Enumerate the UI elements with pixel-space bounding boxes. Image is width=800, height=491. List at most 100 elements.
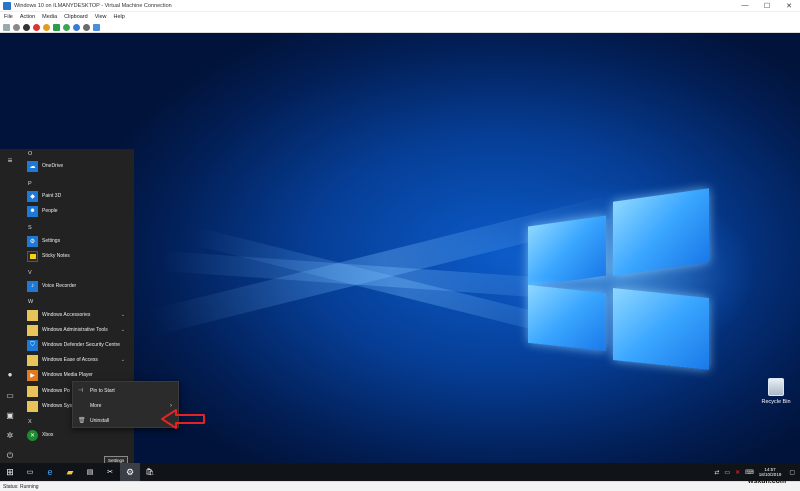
settings-gear-icon[interactable]: ✲ bbox=[6, 432, 14, 440]
shutdown-icon[interactable] bbox=[33, 23, 40, 31]
menu-item-pin-to-start[interactable]: ⊣ Pin to Start bbox=[73, 384, 178, 397]
letter-header-s[interactable]: S bbox=[28, 225, 32, 231]
recycle-bin-desktop-icon[interactable]: Recycle Bin bbox=[758, 378, 794, 405]
app-label: Settings bbox=[42, 238, 61, 244]
letter-header-p[interactable]: P bbox=[28, 181, 32, 187]
folder-icon bbox=[27, 385, 38, 397]
app-label: Windows Media Player bbox=[42, 372, 93, 378]
keyboard-icon[interactable]: ⌨ bbox=[745, 469, 754, 476]
volume-icon[interactable]: ✕ bbox=[735, 469, 740, 476]
folder-icon bbox=[27, 400, 38, 412]
letter-header-v[interactable]: V bbox=[28, 270, 32, 276]
chevron-down-icon: ⌄ bbox=[120, 357, 125, 363]
file-explorer-icon[interactable]: ▰ bbox=[60, 463, 80, 481]
menu-clipboard[interactable]: Clipboard bbox=[64, 14, 88, 20]
trash-icon: 🗑 bbox=[78, 418, 86, 424]
watermark: wsxdn.com bbox=[748, 478, 787, 485]
app-label: People bbox=[42, 208, 58, 214]
app-windows-administrative-tools[interactable]: Windows Administrative Tools ⌄ bbox=[27, 324, 131, 336]
ctrl-alt-del-icon[interactable] bbox=[3, 23, 10, 31]
folder-icon bbox=[27, 309, 38, 321]
menu-media[interactable]: Media bbox=[42, 14, 57, 20]
checkpoint-icon[interactable] bbox=[73, 23, 80, 31]
windows-logo-wallpaper bbox=[525, 181, 725, 371]
annotation-arrow-icon bbox=[161, 409, 205, 429]
user-account-icon[interactable]: ● bbox=[6, 371, 14, 379]
vm-toolbar bbox=[0, 22, 800, 33]
app-label: Windows Accessories bbox=[42, 312, 91, 318]
menu-item-label: More bbox=[90, 402, 102, 409]
menu-help[interactable]: Help bbox=[114, 14, 125, 20]
menu-file[interactable]: File bbox=[4, 14, 13, 20]
paint-icon: ◆ bbox=[27, 190, 38, 202]
menu-bar: File Action Media Clipboard View Help bbox=[0, 12, 800, 22]
store-icon[interactable]: 🛍 bbox=[140, 463, 160, 481]
media-icon: ▶ bbox=[27, 369, 38, 381]
pause-icon[interactable] bbox=[53, 23, 60, 31]
snipping-tool-icon[interactable]: ✂ bbox=[100, 463, 120, 481]
window-title-bar: Windows 10 on ILMANYDESKTOP - Virtual Ma… bbox=[0, 0, 800, 12]
app-windows-media-player[interactable]: ▶ Windows Media Player bbox=[27, 369, 131, 381]
start-icon[interactable] bbox=[13, 23, 20, 31]
gear-icon: ⚙ bbox=[27, 235, 38, 247]
letter-header-o[interactable]: O bbox=[28, 151, 32, 157]
status-text: Status: Running bbox=[3, 483, 39, 490]
app-people[interactable]: ☻ People bbox=[27, 205, 131, 217]
terminal-icon[interactable]: ▤ bbox=[80, 463, 100, 481]
menu-view[interactable]: View bbox=[95, 14, 107, 20]
reset-icon[interactable] bbox=[63, 23, 70, 31]
folder-icon bbox=[27, 354, 38, 366]
xbox-icon: ✕ bbox=[27, 429, 38, 441]
network-icon[interactable]: ⇄ bbox=[714, 469, 719, 476]
close-button[interactable]: ✕ bbox=[778, 0, 800, 12]
recycle-bin-label: Recycle Bin bbox=[761, 399, 791, 405]
taskbar: ⊞ ▭ e ▰ ▤ ✂ ⚙ 🛍 ⇄ ▭ ✕ ⌨ 14:57 18/10/2019… bbox=[0, 463, 800, 481]
note-icon bbox=[27, 250, 38, 262]
task-view-icon[interactable]: ▭ bbox=[20, 463, 40, 481]
app-label: Voice Recorder bbox=[42, 283, 77, 289]
turn-off-icon[interactable] bbox=[23, 23, 30, 31]
revert-icon[interactable] bbox=[83, 23, 90, 31]
settings-taskbar-gear-icon[interactable]: ⚙ bbox=[120, 463, 140, 481]
app-label: Paint 3D bbox=[42, 193, 62, 199]
app-windows-defender-security-centre[interactable]: ⛉ Windows Defender Security Centre bbox=[27, 339, 131, 351]
app-label: Windows Defender Security Centre bbox=[42, 342, 121, 348]
battery-icon[interactable]: ▭ bbox=[724, 469, 730, 476]
cloud-icon: ☁ bbox=[27, 160, 38, 172]
menu-action[interactable]: Action bbox=[20, 14, 35, 20]
app-label: Windows Ease of Access bbox=[42, 357, 98, 363]
save-state-icon[interactable] bbox=[43, 23, 50, 31]
window-title: Windows 10 on ILMANYDESKTOP - Virtual Ma… bbox=[14, 2, 172, 9]
letter-header-x[interactable]: X bbox=[28, 419, 32, 425]
app-onedrive[interactable]: ☁ OneDrive bbox=[27, 160, 131, 172]
action-center-icon[interactable]: ▢ bbox=[789, 469, 795, 476]
pictures-icon[interactable]: ▣ bbox=[6, 412, 14, 420]
chevron-down-icon: ⌄ bbox=[120, 327, 125, 333]
app-settings[interactable]: ⚙ Settings bbox=[27, 235, 131, 247]
status-bar: Status: Running bbox=[0, 481, 800, 491]
minimize-button[interactable]: — bbox=[734, 0, 756, 12]
pin-icon: ⊣ bbox=[78, 388, 84, 394]
start-left-rail: ≡ ● ▭ ▣ ✲ ⏻ bbox=[0, 149, 20, 463]
app-label: Xbox bbox=[42, 432, 54, 438]
app-windows-accessories[interactable]: Windows Accessories ⌄ bbox=[27, 309, 131, 321]
enhanced-session-icon[interactable] bbox=[93, 23, 100, 31]
start-button-windows-icon[interactable]: ⊞ bbox=[0, 463, 20, 481]
power-icon[interactable]: ⏻ bbox=[6, 452, 14, 460]
edge-browser-icon[interactable]: e bbox=[40, 463, 60, 481]
app-xbox[interactable]: ✕ Xbox bbox=[27, 429, 131, 441]
hamburger-menu-icon[interactable]: ≡ bbox=[6, 157, 14, 165]
documents-icon[interactable]: ▭ bbox=[6, 392, 14, 400]
menu-item-label: Pin to Start bbox=[90, 387, 115, 394]
app-sticky-notes[interactable]: Sticky Notes bbox=[27, 250, 131, 262]
shield-icon: ⛉ bbox=[27, 339, 38, 351]
app-voice-recorder[interactable]: ♪ Voice Recorder bbox=[27, 280, 131, 292]
app-label: Windows Administrative Tools bbox=[42, 327, 108, 333]
vm-connection-icon bbox=[3, 1, 11, 10]
letter-header-w[interactable]: W bbox=[28, 299, 33, 305]
mic-icon: ♪ bbox=[27, 280, 38, 292]
taskbar-clock[interactable]: 14:57 18/10/2019 bbox=[759, 467, 782, 477]
maximize-button[interactable]: ☐ bbox=[756, 0, 778, 12]
app-paint-3d[interactable]: ◆ Paint 3D bbox=[27, 190, 131, 202]
app-windows-ease-of-access[interactable]: Windows Ease of Access ⌄ bbox=[27, 354, 131, 366]
